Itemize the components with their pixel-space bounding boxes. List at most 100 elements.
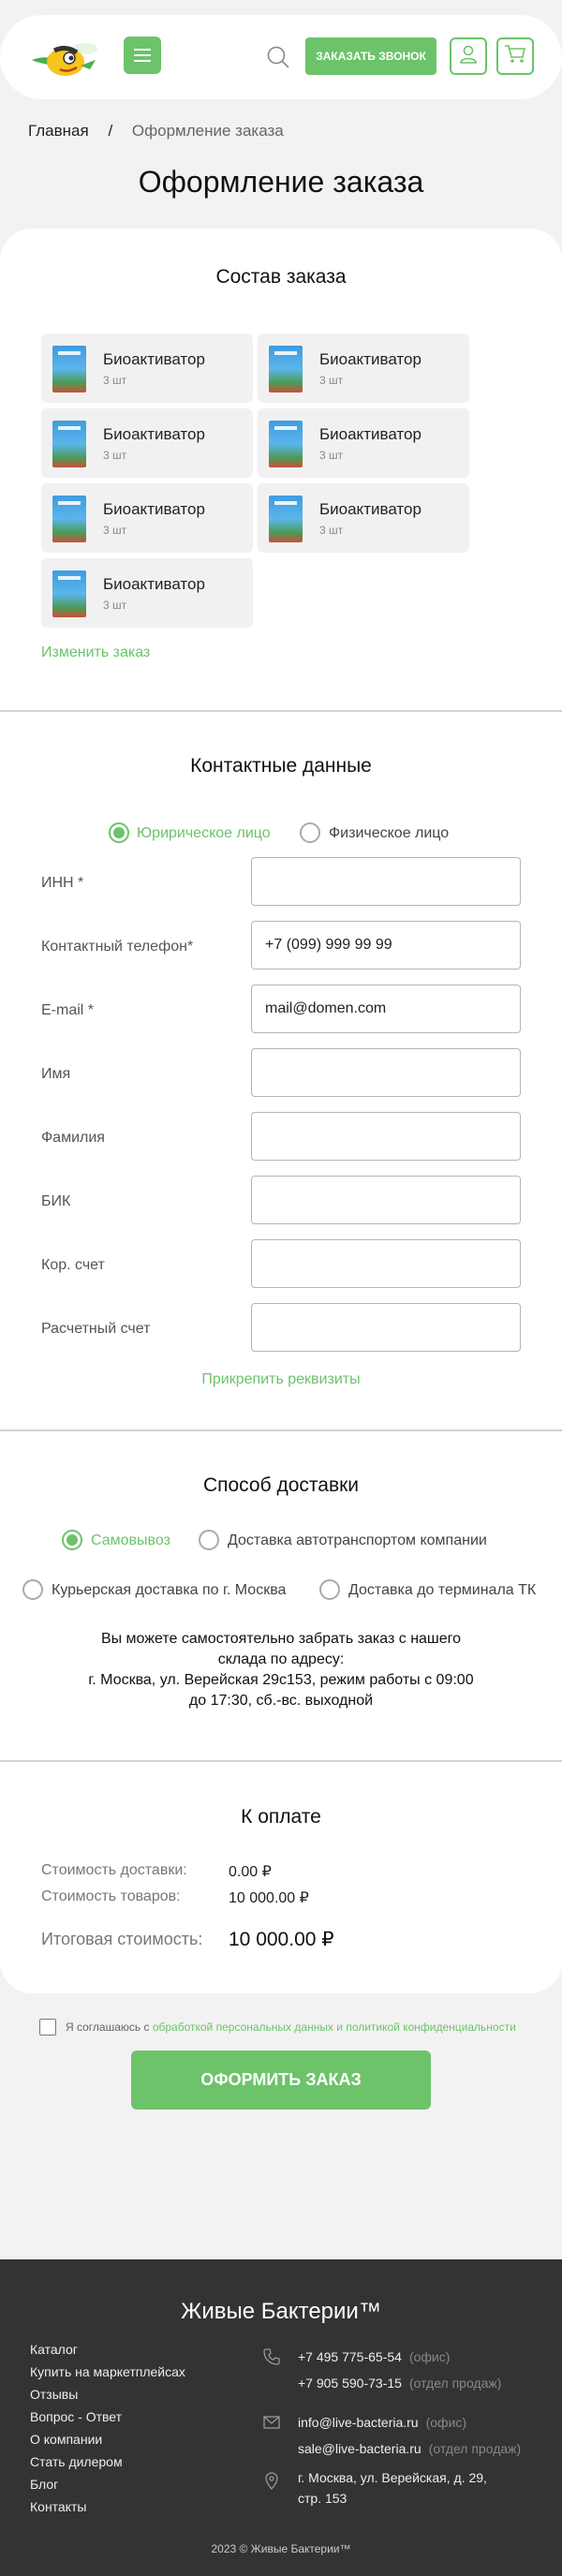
inn-field[interactable] — [251, 857, 521, 906]
inn-label: ИНН * — [41, 875, 84, 891]
footer-nav-link[interactable]: Стать дилером — [30, 2454, 123, 2469]
section-divider — [0, 1429, 562, 1431]
phone-label: Контактный телефон* — [41, 939, 194, 955]
footer-nav-link[interactable]: Контакты — [30, 2499, 86, 2514]
copyright: 2023 © Живые Бактерии™ — [211, 2542, 351, 2555]
call-request-button[interactable]: ЗАКАЗАТЬ ЗВОНОК — [305, 37, 436, 75]
footer-phone-office: +7 495 775-65-54 (офис) — [298, 2349, 450, 2364]
order-item-qty: 3 шт — [319, 524, 344, 537]
footer-nav-link[interactable]: Блог — [30, 2477, 58, 2492]
menu-button[interactable] — [124, 37, 161, 74]
individual-radio[interactable] — [300, 822, 320, 843]
address-line: г. Москва, ул. Верейская, д. 29, — [298, 2470, 487, 2485]
search-icon[interactable] — [266, 45, 290, 69]
email-office-note: (офис) — [425, 2415, 467, 2430]
delivery-courier-radio[interactable] — [22, 1579, 43, 1600]
order-item: Биоактиватор 3 шт — [258, 483, 469, 553]
order-item-name: Биоактиватор — [103, 350, 205, 368]
footer-nav-link[interactable]: Вопрос - Ответ — [30, 2409, 122, 2424]
last-name-label: Фамилия — [41, 1130, 105, 1146]
order-item-qty: 3 шт — [103, 449, 127, 462]
address-line: стр. 153 — [298, 2491, 348, 2506]
first-name-label: Имя — [41, 1066, 71, 1082]
footer-email-sales: sale@live-bacteria.ru (отдел продаж) — [298, 2441, 521, 2456]
phone-field[interactable] — [251, 921, 521, 970]
consent-prefix: Я соглашаюсь с — [66, 2021, 153, 2034]
email-sales-note: (отдел продаж) — [428, 2441, 522, 2456]
footer-nav-link[interactable]: Купить на маркетплейсах — [30, 2364, 185, 2379]
email-office-address[interactable]: info@live-bacteria.ru — [298, 2415, 419, 2430]
pickup-info-line: Вы можете самостоятельно забрать заказ с… — [100, 1631, 462, 1647]
email-sales-address[interactable]: sale@live-bacteria.ru — [298, 2441, 422, 2456]
total-cost-label: Итоговая стоимость: — [41, 1930, 203, 1948]
checkout-card: Состав заказа Биоактиватор 3 шт Биоактив… — [0, 229, 562, 1993]
pickup-info-line: до 17:30, сб.-вс. выходной — [188, 1693, 374, 1709]
payment-section-title: К оплате — [241, 1806, 321, 1828]
order-item-qty: 3 шт — [319, 449, 344, 462]
legal-entity-radio[interactable] — [109, 822, 129, 843]
breadcrumb: Главная / Оформление заказа — [28, 122, 284, 141]
breadcrumb-current: Оформление заказа — [131, 122, 284, 140]
product-image — [52, 421, 86, 467]
order-item-qty: 3 шт — [103, 374, 127, 387]
goods-cost-value: 10 000.00 ₽ — [229, 1890, 309, 1906]
footer-nav-link[interactable]: Отзывы — [30, 2387, 78, 2402]
bee-logo-icon[interactable] — [28, 36, 101, 79]
account-button[interactable] — [450, 37, 487, 75]
cart-button[interactable] — [496, 37, 534, 75]
delivery-pickup-radio[interactable] — [62, 1530, 82, 1550]
first-name-field[interactable] — [251, 1048, 521, 1097]
order-item-name: Биоактиватор — [103, 500, 205, 518]
site-header: ЗАКАЗАТЬ ЗВОНОК — [0, 15, 562, 99]
delivery-pickup-label[interactable]: Самовывоз — [91, 1532, 170, 1549]
order-item: Биоактиватор 3 шт — [258, 408, 469, 478]
delivery-section-title: Способ доставки — [202, 1474, 360, 1496]
phone-office-number[interactable]: +7 495 775-65-54 — [298, 2349, 402, 2364]
breadcrumb-home-link[interactable]: Главная — [28, 122, 89, 140]
delivery-terminal-radio[interactable] — [319, 1579, 340, 1600]
product-image — [52, 346, 86, 392]
section-divider — [0, 710, 562, 712]
privacy-policy-link[interactable]: обработкой персональных данных и политик… — [153, 2021, 516, 2034]
email-field[interactable] — [251, 985, 521, 1033]
footer-nav-link[interactable]: Каталог — [30, 2342, 78, 2357]
bik-label: БИК — [41, 1193, 71, 1209]
contacts-section-title: Контактные данные — [190, 755, 372, 777]
goods-cost-label: Стоимость товаров: — [41, 1888, 181, 1904]
delivery-terminal-label[interactable]: Доставка до терминала ТК — [348, 1582, 536, 1599]
bik-field[interactable] — [251, 1176, 521, 1224]
section-divider — [0, 1760, 562, 1762]
place-order-button[interactable]: ОФОРМИТЬ ЗАКАЗ — [131, 2050, 431, 2110]
order-item-name: Биоактиватор — [103, 425, 205, 443]
legal-entity-label[interactable]: Юририческое лицо — [137, 825, 271, 842]
attach-requisites-link[interactable]: Прикрепить реквизиты — [0, 1371, 562, 1388]
change-order-link[interactable]: Изменить заказ — [41, 644, 150, 661]
individual-label[interactable]: Физическое лицо — [329, 825, 449, 842]
order-item-name: Биоактиватор — [319, 425, 422, 443]
order-item: Биоактиватор 3 шт — [41, 558, 253, 628]
pickup-info-line: склада по адресу: — [217, 1651, 345, 1667]
footer-email-office: info@live-bacteria.ru (офис) — [298, 2415, 466, 2430]
breadcrumb-separator: / — [108, 122, 113, 140]
delivery-courier-label[interactable]: Курьерская доставка по г. Москва — [52, 1582, 286, 1599]
corr-account-field[interactable] — [251, 1239, 521, 1288]
order-item: Биоактиватор 3 шт — [41, 333, 253, 403]
last-name-field[interactable] — [251, 1112, 521, 1161]
cart-icon — [504, 44, 526, 69]
footer-brand: Живые Бактерии™ — [181, 2299, 381, 2324]
delivery-company-radio[interactable] — [199, 1530, 219, 1550]
order-item-qty: 3 шт — [319, 374, 344, 387]
delivery-company-label[interactable]: Доставка автотранспортом компании — [228, 1532, 487, 1549]
order-item-qty: 3 шт — [103, 599, 127, 612]
order-item-name: Биоактиватор — [319, 500, 422, 518]
order-item-name: Биоактиватор — [103, 575, 205, 593]
phone-sales-number[interactable]: +7 905 590-73-15 — [298, 2376, 402, 2391]
total-cost-value: 10 000.00 ₽ — [229, 1929, 334, 1950]
location-pin-icon — [262, 2471, 281, 2491]
footer-nav-link[interactable]: О компании — [30, 2432, 102, 2447]
order-section-title: Состав заказа — [215, 266, 347, 288]
settlement-account-field[interactable] — [251, 1303, 521, 1352]
order-item: Биоактиватор 3 шт — [258, 333, 469, 403]
consent-checkbox[interactable] — [39, 2019, 56, 2036]
delivery-cost-value: 0.00 ₽ — [229, 1864, 272, 1880]
